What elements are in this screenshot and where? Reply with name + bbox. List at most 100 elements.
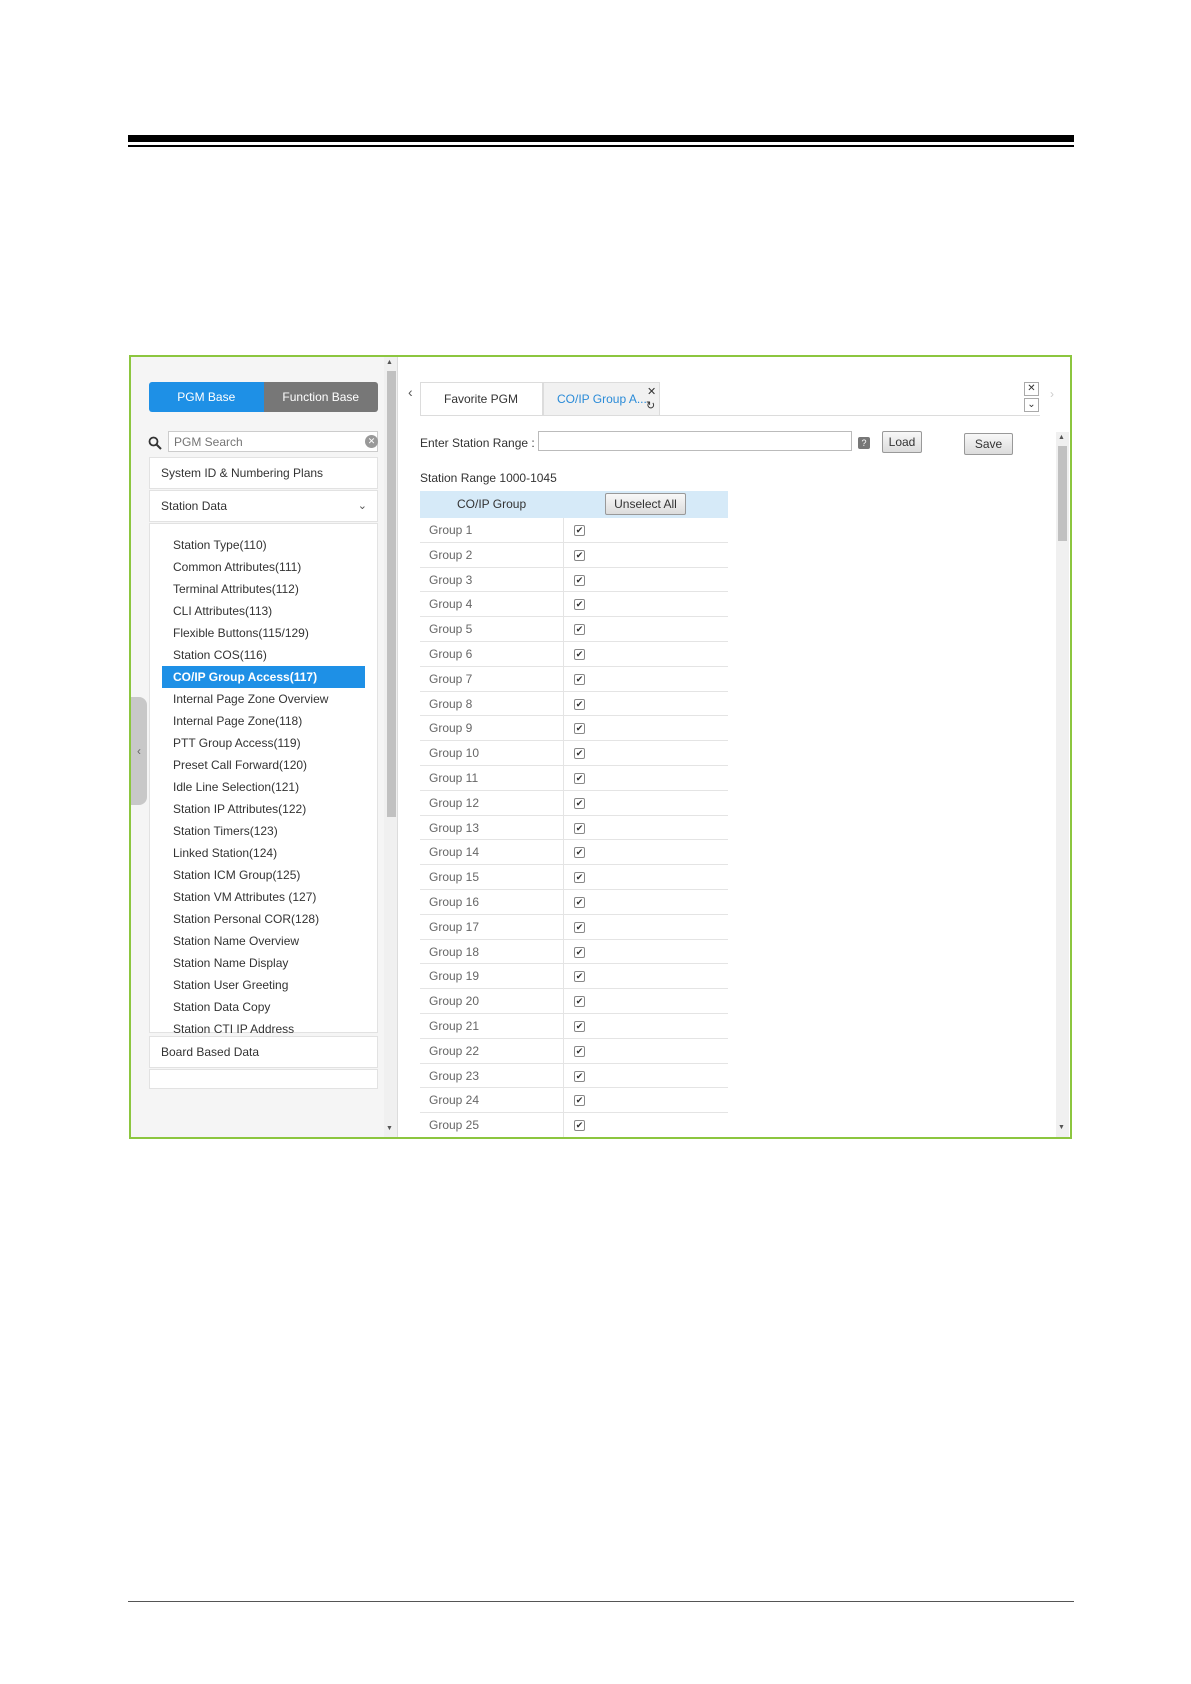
group-name-cell: Group 8	[429, 696, 473, 711]
scroll-down-icon[interactable]: ▼	[386, 1125, 393, 1132]
column-divider	[563, 865, 564, 889]
station-menu-item[interactable]: Station Type(110)	[150, 534, 377, 556]
table-row: Group 25 ✔	[420, 1113, 728, 1137]
help-icon[interactable]: ?	[858, 437, 870, 449]
station-menu-item[interactable]: Common Attributes(111)	[150, 556, 377, 578]
save-button[interactable]: Save	[964, 433, 1013, 455]
collapse-panel-handle[interactable]: ‹	[131, 697, 147, 805]
station-menu-item[interactable]: Station Timers(123)	[150, 820, 377, 842]
station-menu-item[interactable]: CLI Attributes(113)	[150, 600, 377, 622]
station-menu-item[interactable]: Linked Station(124)	[150, 842, 377, 864]
menu-next-group[interactable]	[149, 1069, 378, 1089]
station-menu-item[interactable]: Station IP Attributes(122)	[150, 798, 377, 820]
pgm-base-button[interactable]: PGM Base	[149, 382, 264, 412]
group-access-checkbox[interactable]: ✔	[574, 822, 585, 834]
group-access-checkbox[interactable]: ✔	[574, 872, 585, 884]
group-access-checkbox[interactable]: ✔	[574, 698, 585, 710]
group-name-cell: Group 11	[429, 770, 479, 785]
group-access-checkbox[interactable]: ✔	[574, 1020, 585, 1032]
scroll-up-icon[interactable]: ▲	[1058, 434, 1065, 441]
group-access-checkbox[interactable]: ✔	[574, 797, 585, 809]
station-menu-item[interactable]: Station VM Attributes (127)	[150, 886, 377, 908]
table-row: Group 24 ✔	[420, 1088, 728, 1114]
group-access-checkbox[interactable]: ✔	[574, 946, 585, 958]
tab-prev-icon[interactable]: ‹	[408, 384, 413, 400]
table-row: Group 3 ✔	[420, 567, 728, 593]
group-access-checkbox[interactable]: ✔	[574, 525, 585, 536]
group-name-cell: Group 22	[429, 1043, 480, 1058]
left-scrollbar-thumb[interactable]	[387, 371, 396, 817]
load-button[interactable]: Load	[882, 431, 922, 453]
clear-search-icon[interactable]: ✕	[365, 435, 378, 448]
close-tab-icon[interactable]: ✕	[647, 385, 656, 398]
tab-co-ip-group-access[interactable]: CO/IP Group A...	[543, 382, 660, 415]
tab-next-icon[interactable]: ›	[1050, 387, 1054, 401]
station-menu-item[interactable]: Idle Line Selection(121)	[150, 776, 377, 798]
menu-system-id[interactable]: System ID & Numbering Plans	[149, 457, 378, 489]
group-access-checkbox[interactable]: ✔	[574, 574, 585, 586]
header-rule-thin	[128, 145, 1074, 147]
group-access-checkbox[interactable]: ✔	[574, 1045, 585, 1057]
scroll-down-icon[interactable]: ▼	[1058, 1124, 1065, 1131]
base-toggle: PGM Base Function Base	[149, 382, 378, 412]
group-access-checkbox[interactable]: ✔	[574, 1070, 585, 1082]
group-access-checkbox[interactable]: ✔	[574, 624, 585, 636]
station-menu-item[interactable]: PTT Group Access(119)	[150, 732, 377, 754]
tab-favorite-label: Favorite PGM	[444, 392, 519, 406]
station-menu-item[interactable]: CO/IP Group Access(117)	[162, 666, 365, 688]
table-row: Group 20 ✔	[420, 989, 728, 1014]
group-access-checkbox[interactable]: ✔	[574, 599, 585, 611]
table-row: Group 15 ✔	[420, 865, 728, 890]
function-base-button[interactable]: Function Base	[263, 382, 378, 412]
column-divider	[563, 1013, 564, 1038]
group-name-cell: Group 23	[429, 1068, 480, 1083]
station-menu-item[interactable]: Terminal Attributes(112)	[150, 578, 377, 600]
left-scrollbar[interactable]: ▲ ▼	[384, 357, 397, 1137]
menu-station-data[interactable]: Station Data ⌄	[149, 490, 378, 522]
group-access-checkbox[interactable]: ✔	[574, 921, 585, 933]
station-menu-item[interactable]: Preset Call Forward(120)	[150, 754, 377, 776]
content-scrollbar-thumb[interactable]	[1058, 446, 1067, 541]
table-row: Group 22 ✔	[420, 1038, 728, 1064]
group-access-checkbox[interactable]: ✔	[574, 971, 585, 983]
station-menu-item[interactable]: Station Personal COR(128)	[150, 908, 377, 930]
close-all-tabs-icon[interactable]: ✕	[1024, 382, 1039, 396]
station-menu-item[interactable]: Internal Page Zone Overview	[150, 688, 377, 710]
table-row: Group 23 ✔	[420, 1063, 728, 1089]
group-access-checkbox[interactable]: ✔	[574, 772, 585, 784]
column-divider	[563, 989, 564, 1013]
group-access-checkbox[interactable]: ✔	[574, 1095, 585, 1107]
group-name-cell: Group 15	[429, 870, 480, 885]
group-access-checkbox[interactable]: ✔	[574, 1120, 585, 1132]
column-divider	[563, 1038, 564, 1063]
table-row: Group 17 ✔	[420, 914, 728, 940]
group-access-checkbox[interactable]: ✔	[574, 673, 585, 685]
station-menu-item[interactable]: Station Data Copy	[150, 996, 377, 1018]
group-access-checkbox[interactable]: ✔	[574, 723, 585, 735]
group-access-checkbox[interactable]: ✔	[574, 996, 585, 1008]
group-access-checkbox[interactable]: ✔	[574, 847, 585, 859]
content-scrollbar[interactable]: ▲ ▼	[1056, 432, 1069, 1137]
tab-list-dropdown-icon[interactable]: ⌄	[1024, 398, 1039, 412]
station-menu-item[interactable]: Station COS(116)	[150, 644, 377, 666]
scroll-up-icon[interactable]: ▲	[386, 359, 393, 366]
pgm-search-input[interactable]	[168, 431, 378, 452]
group-access-checkbox[interactable]: ✔	[574, 648, 585, 660]
refresh-icon[interactable]: ↻	[646, 399, 655, 412]
station-menu-item[interactable]: Flexible Buttons(115/129)	[150, 622, 377, 644]
station-menu-item[interactable]: Internal Page Zone(118)	[150, 710, 377, 732]
station-menu-item[interactable]: Station Name Display	[150, 952, 377, 974]
group-name-cell: Group 18	[429, 944, 480, 959]
tab-favorite-pgm[interactable]: Favorite PGM	[420, 382, 543, 415]
group-access-checkbox[interactable]: ✔	[574, 748, 585, 760]
station-menu-item[interactable]: Station User Greeting	[150, 974, 377, 996]
column-divider	[563, 1063, 564, 1088]
group-access-checkbox[interactable]: ✔	[574, 896, 585, 908]
menu-board-based-data[interactable]: Board Based Data	[149, 1036, 378, 1068]
group-name-cell: Group 14	[429, 845, 480, 860]
station-menu-item[interactable]: Station ICM Group(125)	[150, 864, 377, 886]
station-range-input[interactable]	[538, 431, 852, 451]
group-access-checkbox[interactable]: ✔	[574, 549, 585, 561]
station-menu-item[interactable]: Station Name Overview	[150, 930, 377, 952]
unselect-all-button[interactable]: Unselect All	[605, 493, 686, 515]
